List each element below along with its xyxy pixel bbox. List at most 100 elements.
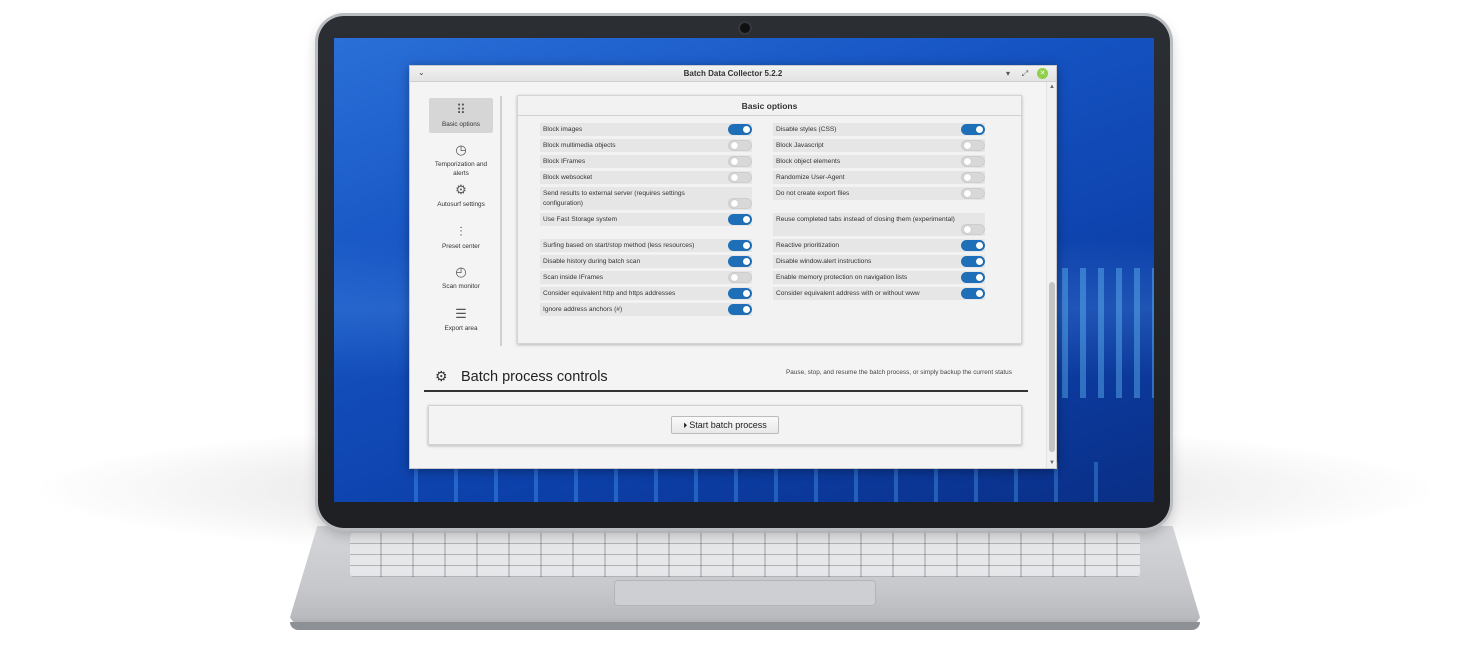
toggle-knob xyxy=(731,142,738,149)
window-title: Batch Data Collector 5.2.2 xyxy=(683,69,783,78)
option-row: Block images xyxy=(540,123,752,136)
option-label: Disable styles (CSS) xyxy=(776,126,837,133)
toggle-knob xyxy=(743,126,750,133)
option-toggle[interactable] xyxy=(961,256,985,267)
grid-icon: ⠿ xyxy=(456,102,466,117)
option-toggle[interactable] xyxy=(728,304,752,315)
sidebar-item-2[interactable]: ⚙ Autosurf settings xyxy=(429,178,493,213)
option-label: Block object elements xyxy=(776,158,841,165)
option-label: Disable window.alert instructions xyxy=(776,258,872,265)
timer-icon: ◷ xyxy=(455,142,467,157)
gear-icon: ⚙ xyxy=(455,182,467,197)
sidebar-item-3[interactable]: ⫶ Preset center xyxy=(429,220,493,255)
option-toggle[interactable] xyxy=(728,156,752,167)
sidebar-item-label: Autosurf settings xyxy=(437,201,485,208)
option-label: Ignore address anchors (#) xyxy=(543,306,623,313)
option-label: Block images xyxy=(543,126,583,133)
scroll-up-icon[interactable]: ▲ xyxy=(1047,82,1056,92)
option-row: Disable window.alert instructions xyxy=(773,255,985,268)
option-row: Block object elements xyxy=(773,155,985,168)
sidebar-item-label: Preset center xyxy=(441,243,480,250)
toggle-knob xyxy=(731,200,738,207)
app-window: ⌄ Batch Data Collector 5.2.2 ▾ ⤢ ✕ ▲ ▼ ⠿… xyxy=(409,65,1057,469)
option-row: Do not create export files xyxy=(773,187,985,200)
sidebar-nav: ⠿ Basic options ◷ Temporization and alerts ⚙… xyxy=(426,96,502,346)
toggle-knob xyxy=(964,226,971,233)
laptop-base-edge xyxy=(290,622,1200,630)
option-row: Ignore address anchors (#) xyxy=(540,303,752,316)
option-label: Block IFrames xyxy=(543,158,586,165)
sliders-icon: ⫶ xyxy=(459,224,463,239)
option-label: Send results to external server (require… xyxy=(543,190,685,207)
toggle-knob xyxy=(976,290,983,297)
option-row: Send results to external server (require… xyxy=(540,187,752,210)
option-label: Block Javascript xyxy=(776,142,824,149)
export-icon: ☰ xyxy=(455,306,467,321)
option-toggle[interactable] xyxy=(961,156,985,167)
option-toggle[interactable] xyxy=(961,224,985,235)
gauge-icon: ◴ xyxy=(455,264,467,279)
toggle-knob xyxy=(743,216,750,223)
option-label: Randomize User-Agent xyxy=(776,174,845,181)
option-label: Block websocket xyxy=(543,174,593,181)
sidebar-item-label: Export area xyxy=(444,325,478,332)
option-toggle[interactable] xyxy=(728,256,752,267)
toggle-knob xyxy=(731,274,738,281)
toggle-knob xyxy=(743,242,750,249)
option-toggle[interactable] xyxy=(728,124,752,135)
product-photo: ⌄ Batch Data Collector 5.2.2 ▾ ⤢ ✕ ▲ ▼ ⠿… xyxy=(0,0,1470,646)
option-row: Disable history during batch scan xyxy=(540,255,752,268)
scroll-thumb[interactable] xyxy=(1049,282,1055,452)
option-label: Enable memory protection on navigation l… xyxy=(776,274,908,281)
sidebar-item-4[interactable]: ◴ Scan monitor xyxy=(429,260,493,295)
option-toggle[interactable] xyxy=(728,172,752,183)
option-label: Reactive prioritization xyxy=(776,242,840,249)
option-toggle[interactable] xyxy=(728,140,752,151)
sidebar-item-5[interactable]: ☰ Export area xyxy=(429,302,493,337)
maximize-icon[interactable]: ⤢ xyxy=(1019,68,1031,79)
batch-controls-header: ⚙ Batch process controls Pause, stop, an… xyxy=(424,364,1028,392)
option-row: Block IFrames xyxy=(540,155,752,168)
option-toggle[interactable] xyxy=(728,288,752,299)
option-toggle[interactable] xyxy=(728,214,752,225)
option-toggle[interactable] xyxy=(728,198,752,209)
option-toggle[interactable] xyxy=(728,272,752,283)
option-row: Block Javascript xyxy=(773,139,985,152)
option-toggle[interactable] xyxy=(961,124,985,135)
toggle-knob xyxy=(731,174,738,181)
option-toggle[interactable] xyxy=(961,272,985,283)
option-label: Reuse completed tabs instead of closing … xyxy=(776,216,955,223)
option-toggle[interactable] xyxy=(961,240,985,251)
option-row: Consider equivalent address with or with… xyxy=(773,287,985,300)
toggle-knob xyxy=(976,242,983,249)
option-toggle[interactable] xyxy=(728,240,752,251)
close-icon[interactable]: ✕ xyxy=(1037,68,1048,79)
option-row: Use Fast Storage system xyxy=(540,213,752,226)
basic-options-title: Basic options xyxy=(518,96,1021,116)
vertical-scrollbar[interactable]: ▲ ▼ xyxy=(1046,82,1056,468)
toggle-knob xyxy=(743,290,750,297)
start-batch-button[interactable]: ⏵ Start batch process xyxy=(671,416,779,434)
laptop-touchpad xyxy=(614,580,876,606)
batch-controls-title: Batch process controls xyxy=(461,369,608,385)
option-label: Do not create export files xyxy=(776,190,850,197)
option-toggle[interactable] xyxy=(961,140,985,151)
toggle-knob xyxy=(976,274,983,281)
option-row: Disable styles (CSS) xyxy=(773,123,985,136)
option-toggle[interactable] xyxy=(961,288,985,299)
option-toggle[interactable] xyxy=(961,188,985,199)
sidebar-item-label: Scan monitor xyxy=(442,283,480,290)
option-toggle[interactable] xyxy=(961,172,985,183)
sidebar-item-1[interactable]: ◷ Temporization and alerts xyxy=(429,138,493,182)
basic-options-panel: Basic options Block images Block multimed… xyxy=(517,95,1022,344)
option-row: Surfing based on start/stop method (less… xyxy=(540,239,752,252)
play-circle-icon: ⏵ xyxy=(683,421,688,430)
sidebar-item-label: Basic options xyxy=(441,121,480,128)
option-label: Use Fast Storage system xyxy=(543,216,618,223)
toggle-knob xyxy=(743,306,750,313)
minimize-icon[interactable]: ▾ xyxy=(1002,68,1014,79)
sidebar-item-0[interactable]: ⠿ Basic options xyxy=(429,98,493,133)
toggle-knob xyxy=(976,126,983,133)
scroll-down-icon[interactable]: ▼ xyxy=(1047,458,1056,468)
option-label: Consider equivalent http and https addre… xyxy=(543,290,676,297)
